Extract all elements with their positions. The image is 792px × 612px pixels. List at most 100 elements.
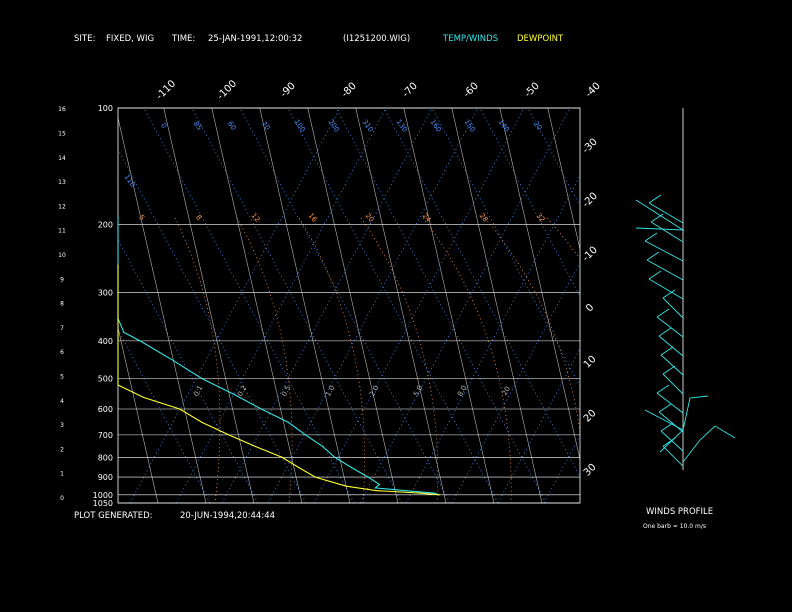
dry-adiabat-line xyxy=(431,108,580,388)
mixing-ratio-label: 1.0 xyxy=(324,384,336,398)
mixing-ratio-label: 0.5 xyxy=(280,384,292,398)
pressure-label: 300 xyxy=(98,289,113,298)
pressure-label: 1050 xyxy=(93,499,113,508)
dewpoint-trace-point xyxy=(345,485,347,487)
height-km-label: 6 xyxy=(60,349,64,356)
dewpoint-trace-point xyxy=(142,396,145,399)
dewpoint-trace-point xyxy=(375,489,377,492)
moist-adiabat-curve xyxy=(484,217,580,435)
height-km-label: 13 xyxy=(58,179,66,186)
pressure-label: 700 xyxy=(98,431,113,440)
temperature-trace-point xyxy=(334,456,336,458)
mixing-ratio-line xyxy=(267,108,479,503)
isotherm-line xyxy=(211,108,303,503)
dewpoint-trace-point xyxy=(254,445,257,448)
wind-barb-flag xyxy=(648,194,662,204)
dewpoint-trace-point xyxy=(117,329,119,331)
pressure-label: 800 xyxy=(98,453,113,462)
height-km-label: 8 xyxy=(60,301,64,308)
temperature-trace xyxy=(117,215,440,496)
isotherm-top-label: -110 xyxy=(154,78,178,102)
temperature-trace-point xyxy=(367,476,369,478)
isotherm-top-label: -50 xyxy=(523,81,542,100)
moist-adiabat-curve xyxy=(298,217,365,503)
dewpoint-trace-point xyxy=(117,377,119,379)
dewpoint-trace-point xyxy=(281,456,283,458)
isotherm-line xyxy=(20,108,110,503)
moist-adiabat-label: 12 xyxy=(250,212,262,224)
wind-barb xyxy=(662,297,684,319)
height-km-label: 16 xyxy=(58,106,66,113)
temperature-trace-point xyxy=(433,492,435,494)
temperature-trace-point xyxy=(117,223,119,226)
moist-adiabat-label: 8 xyxy=(194,213,203,222)
legend-dewpoint: DEWPOINT xyxy=(517,34,564,44)
mixing-ratio-label: 8.0 xyxy=(456,384,468,398)
mixing-ratio-line xyxy=(221,108,433,503)
mixing-ratio-label: 20 xyxy=(501,385,512,397)
dewpoint-trace-point xyxy=(228,434,230,436)
mixing-ratio-line xyxy=(451,261,580,503)
temperature-trace-point xyxy=(123,331,125,333)
dewpoint-trace-point xyxy=(117,265,119,268)
isotherm-line xyxy=(307,108,399,503)
temperature-trace-point xyxy=(172,360,175,362)
dewpoint-trace-point xyxy=(117,333,119,336)
height-km-label: 4 xyxy=(60,398,64,405)
temperature-trace-point xyxy=(350,466,353,469)
isotherm-line xyxy=(118,116,207,503)
moist-adiabat-curve xyxy=(236,217,293,503)
isotherm-line xyxy=(163,108,255,503)
moist-adiabat-label: 20 xyxy=(364,212,376,224)
isotherm-right-label: -30 xyxy=(581,137,600,156)
skewt-chart-area: 100 200 300 400 500 600 700 800 900 1000 1050 0 1 2 3 4… xyxy=(0,0,792,612)
isotherm-line xyxy=(403,108,495,503)
height-km-label: 15 xyxy=(58,131,66,138)
height-km-label: 1 xyxy=(60,471,64,478)
dry-adiabat-label: 160 xyxy=(429,118,443,134)
wind-barb-flag xyxy=(658,403,672,413)
winds-profile-title: WINDS PROFILE xyxy=(646,507,714,517)
height-km-label: 12 xyxy=(58,203,66,210)
dewpoint-trace xyxy=(117,265,440,496)
mixing-ratio-line xyxy=(175,108,387,503)
time-label: TIME: xyxy=(172,34,196,44)
moist-adiabat-curve xyxy=(174,217,221,503)
dewpoint-trace-point xyxy=(117,338,119,340)
temperature-trace-point xyxy=(322,445,324,448)
dry-adiabat-label: 20 xyxy=(532,120,544,132)
height-km-label: 10 xyxy=(58,252,66,259)
temperature-trace-point xyxy=(305,434,307,436)
height-km-label: 3 xyxy=(60,422,64,429)
plot-generated-label: PLOT GENERATED: xyxy=(74,511,153,521)
dry-adiabat-label: 150 xyxy=(463,118,477,134)
dry-adiabat-line xyxy=(383,108,580,478)
dewpoint-trace-point xyxy=(117,370,119,373)
isotherm-line xyxy=(451,108,543,503)
file-name: (I1251200.WIG) xyxy=(343,34,411,44)
isotherm-top-label: -60 xyxy=(462,81,481,100)
wind-barb xyxy=(658,335,684,357)
moist-adiabat-curve xyxy=(546,217,580,260)
dewpoint-trace-point xyxy=(117,384,119,386)
height-km-label: 9 xyxy=(60,276,64,283)
dry-adiabat-line xyxy=(118,148,307,503)
isotherm-line xyxy=(118,326,159,503)
mixing-ratio-line xyxy=(497,347,580,503)
dry-adiabat-label: 310 xyxy=(361,118,375,134)
isotherm-top-label: -100 xyxy=(215,78,239,102)
winds-profile-panel xyxy=(635,108,736,470)
dewpoint-trace-point xyxy=(117,264,119,266)
pressure-label: 900 xyxy=(98,473,113,482)
dewpoint-trace-point xyxy=(117,348,119,350)
dry-adiabat-label: 70 xyxy=(260,120,272,132)
pressure-label: 100 xyxy=(98,104,113,113)
time-value: 25-JAN-1991,12:00:32 xyxy=(208,34,303,44)
dry-adiabat-line xyxy=(118,329,211,503)
wind-barb xyxy=(635,199,685,231)
dry-adiabat-line xyxy=(335,108,547,503)
isotherm-right-label: 20 xyxy=(582,408,599,425)
winds-profile-note: One barb = 10.0 m/s xyxy=(643,523,706,530)
pressure-label: 400 xyxy=(98,337,113,346)
dry-adiabat-line xyxy=(527,108,580,207)
